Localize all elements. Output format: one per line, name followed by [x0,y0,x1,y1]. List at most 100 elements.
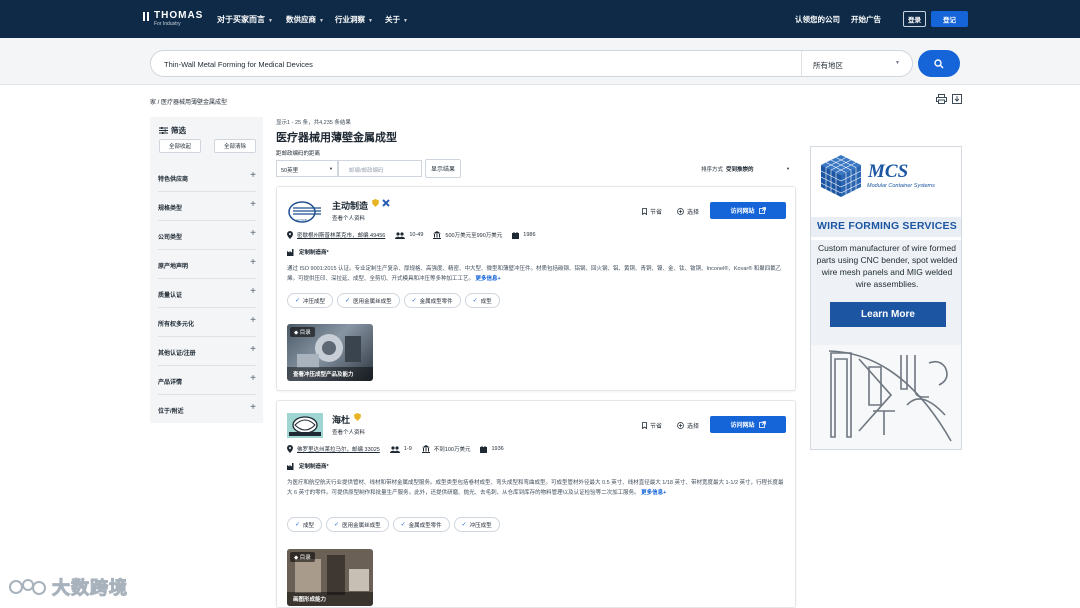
business-type: 定制制造商* [287,248,329,256]
filter-company-type[interactable]: 公司类型 + [158,221,256,250]
capability-chip[interactable]: ✓ 冲压成型 [453,517,500,532]
view-profile-link[interactable]: 查看个人资料 [332,428,365,436]
filter-icon [159,127,168,134]
chip-label: 冲压成型 [469,522,492,529]
sidebar-advertisement[interactable]: MCS Modular Container Systems WIRE FORMI… [810,146,962,450]
ad-logo-text: MCS [868,161,909,182]
advertise-link[interactable]: 开始广告 [851,14,881,25]
company-address[interactable]: 密歇根州斯普林莱克市，邮编 49456 [297,231,385,239]
more-info-link[interactable]: 更多信息+ [476,276,501,282]
company-description: 为医疗和航空航天行业提供管材、线材和带材金属成型服务。成型类型包括卷材成型、弯头… [287,478,787,498]
chevron-down-icon: ▼ [329,166,333,171]
plus-icon: + [250,373,256,384]
capability-chip[interactable]: ✓ 冲压成型 [287,293,334,308]
sort-control[interactable]: 排序方式 受到推崇的 [701,165,754,173]
search-button[interactable] [918,50,960,77]
select-button[interactable]: 选择 [677,207,699,216]
filter-other-cert[interactable]: 其他认证/注册 + [158,337,256,366]
filter-heading-label: 筛选 [171,126,186,135]
region-select[interactable]: 所有地区 [813,60,843,71]
filter-featured[interactable]: 特色供应商 + [158,163,256,192]
company-meta: 密歇根州斯普林莱克市，邮编 49456 10-49 500万美元至990万美元 … [287,231,546,239]
visit-website-button[interactable]: 访问网站 [710,416,786,433]
catalog-thumbnail[interactable]: ◆ 目录 查看冲压成型产品及能力 [287,324,373,381]
print-icon[interactable] [936,94,947,104]
logo-tagline: For Industry [154,21,181,27]
company-logo[interactable]: ACTIVE [287,199,323,224]
capability-chip[interactable]: ✓ 金属成型零件 [392,517,450,532]
nav-link-buyers[interactable]: 对于买家而言 ▼ [217,14,273,25]
save-label: 节省 [650,210,663,216]
nav-link-suppliers[interactable]: 数供应商 ▼ [286,14,324,25]
select-button[interactable]: 选择 [677,421,699,430]
learn-more-button[interactable]: Learn More [830,302,946,327]
add-circle-icon [677,422,684,429]
filter-product-details[interactable]: 产品详情 + [158,366,256,395]
svg-text:ACTIVE: ACTIVE [296,218,307,222]
company-name[interactable]: 主动制造 [332,199,368,212]
visit-website-button[interactable]: 访问网站 [710,202,786,219]
company-address[interactable]: 佛罗里达州莱拉马尔，邮编 33025 [297,445,380,453]
filter-label: 位于/附近 [158,409,184,415]
location-pin-icon [287,445,293,453]
bookmark-icon [642,208,647,215]
register-button[interactable]: 登记 [931,11,968,27]
employees-icon [395,231,406,239]
annual-revenue: 不到100万美元 [433,447,471,453]
nav-link-about[interactable]: 关于 ▼ [385,14,408,25]
ad-logo-subtitle: Modular Container Systems [867,183,935,189]
download-icon[interactable] [952,94,962,104]
nav-link-insights[interactable]: 行业洞察 ▼ [335,14,373,25]
filter-ownership[interactable]: 所有权多元化 + [158,308,256,337]
view-profile-link[interactable]: 查看个人资料 [332,214,365,222]
external-link-icon [758,421,766,428]
breadcrumb[interactable]: 家 / 医疗器械用薄壁金属成型 [150,97,227,106]
plus-icon: + [250,199,256,210]
capability-chip[interactable]: ✓ 医用金属丝成型 [326,517,389,532]
distance-select[interactable]: 50英里 ▼ [276,160,338,177]
catalog-label: 目录 [299,555,311,561]
supplier-card: 海杜 查看个人资料 节省 选择 访问网站 佛罗里达州莱拉马尔，邮编 33025 … [276,400,796,608]
ad-body: Custom manufacturer of wire formed parts… [811,240,961,345]
search-box: Thin-Wall Metal Forming for Medical Devi… [150,50,913,77]
search-bar-section: Thin-Wall Metal Forming for Medical Devi… [0,38,1080,85]
filter-label: 所有权多元化 [158,322,195,328]
check-icon: ✓ [461,522,467,528]
show-results-button[interactable]: 显示结果 [425,159,461,178]
diversity-badge-icon [382,199,390,207]
claim-company-link[interactable]: 认领您的公司 [795,14,840,25]
business-type: 定制制造商* [287,462,329,470]
catalog-thumbnail[interactable]: ◆ 目录 画图形成能力 [287,549,373,606]
zip-input[interactable]: 邮编/邮政编码 [338,160,422,177]
nav-link-buyers-label: 对于买家而言 [217,15,265,24]
search-input[interactable]: Thin-Wall Metal Forming for Medical Devi… [164,60,313,69]
visit-label: 访问网站 [730,209,755,215]
business-type-label: 定制制造商* [299,464,329,470]
capability-chip[interactable]: ✓ 成型 [287,517,323,532]
collapse-all-button[interactable]: 全部收起 [159,139,201,153]
check-icon: ✓ [295,522,301,528]
capability-chips: ✓ 成型 ✓ 医用金属丝成型 ✓ 金属成型零件 ✓ 冲压成型 [287,517,500,532]
search-icon [934,58,944,68]
filter-spec-type[interactable]: 规格类型 + [158,192,256,221]
select-label: 选择 [687,424,700,430]
capability-chip[interactable]: ✓ 金属成型零件 [403,293,461,308]
year-founded: 1986 [523,232,536,238]
thomas-logo[interactable]: THOMAS For Industry [143,10,203,27]
filter-label: 产品详情 [158,380,183,386]
company-name[interactable]: 海杜 [332,413,350,426]
company-logo[interactable] [287,413,323,438]
more-info-link[interactable]: 更多信息+ [641,490,666,496]
shield-badge-icon [354,413,361,421]
login-button[interactable]: 登录 [903,11,926,27]
logo-word: THOMAS [154,10,204,21]
filter-origin[interactable]: 原产地声明 + [158,250,256,279]
filter-quality[interactable]: 质量认证 + [158,279,256,308]
capability-chip[interactable]: ✓ 成型 [464,293,500,308]
save-button[interactable]: 节省 [642,421,662,430]
clear-all-button[interactable]: 全部清除 [214,139,256,153]
description-text: 为医疗和航空航天行业提供管材、线材和带材金属成型服务。成型类型包括卷材成型、弯头… [287,480,784,496]
filter-location[interactable]: 位于/附近 + [158,395,256,424]
save-button[interactable]: 节省 [642,207,662,216]
capability-chip[interactable]: ✓ 医用金属丝成型 [337,293,400,308]
